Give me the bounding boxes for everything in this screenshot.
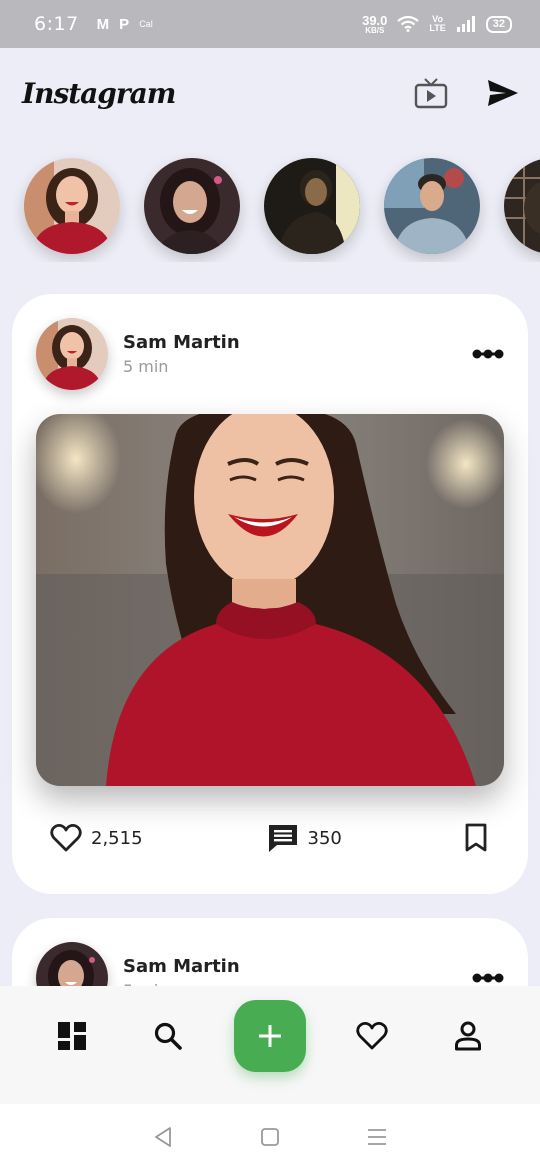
status-time: 6:17 — [34, 13, 79, 35]
bookmark-icon — [465, 823, 487, 852]
post-author-name[interactable]: Sam Martin — [123, 956, 240, 977]
home-icon[interactable] — [259, 1126, 281, 1148]
post-actions: 2,515 350 — [50, 818, 488, 858]
post-meta: Sam Martin 5 min — [123, 332, 240, 376]
nav-activity[interactable] — [342, 1006, 402, 1066]
notification-p-icon: P — [119, 15, 130, 33]
post-timestamp: 5 min — [123, 357, 169, 376]
nav-home[interactable] — [42, 1006, 102, 1066]
igtv-button[interactable] — [414, 77, 448, 109]
network-speed-unit: KB/S — [365, 25, 385, 35]
post-options-button[interactable] — [472, 348, 504, 360]
comment-action[interactable]: 350 — [267, 823, 342, 853]
post-photo[interactable] — [36, 414, 504, 786]
igtv-icon — [414, 78, 448, 109]
stories-row — [0, 152, 540, 262]
heart-icon — [356, 1022, 388, 1050]
volte-bottom: LTE — [429, 23, 446, 33]
more-dots-icon — [472, 973, 504, 983]
like-action[interactable]: 2,515 — [50, 823, 143, 853]
app-header: Instagram — [0, 48, 540, 138]
instagram-logo[interactable]: Instagram — [22, 77, 176, 110]
notification-calendar-icon: Cal — [139, 19, 153, 29]
wifi-icon — [397, 16, 420, 32]
volte-indicator: Vo LTE — [429, 15, 445, 33]
post-header: Sam Martin 5 min — [36, 318, 504, 390]
status-bar: 6:17 M P Cal 39.0 KB/S Vo LTE 32 — [0, 0, 540, 48]
direct-message-button[interactable] — [486, 78, 520, 108]
network-speed-value: 39.0 — [362, 12, 388, 28]
more-dots-icon — [472, 349, 504, 359]
search-icon — [154, 1022, 182, 1050]
system-navigation-bar — [0, 1104, 540, 1170]
network-speed: 39.0 KB/S — [362, 14, 387, 35]
profile-icon — [455, 1021, 481, 1051]
back-icon[interactable] — [152, 1126, 174, 1148]
story-avatar-3[interactable] — [264, 158, 360, 254]
post-options-button[interactable] — [472, 972, 504, 984]
post-author-name[interactable]: Sam Martin — [123, 332, 240, 353]
send-icon — [488, 80, 518, 106]
nav-profile[interactable] — [438, 1006, 498, 1066]
story-avatar-5[interactable] — [504, 158, 540, 254]
story-avatar-4[interactable] — [384, 158, 480, 254]
bottom-navigation — [0, 986, 540, 1104]
nav-search[interactable] — [138, 1006, 198, 1066]
status-notification-icons: M P Cal — [97, 16, 153, 33]
post-author-avatar[interactable] — [36, 318, 108, 390]
signal-icon — [456, 16, 475, 32]
heart-icon — [50, 824, 82, 852]
nav-add-post-button[interactable] — [234, 1000, 306, 1072]
likes-count: 2,515 — [91, 827, 143, 849]
recents-menu-icon[interactable] — [366, 1126, 388, 1148]
comment-icon — [268, 825, 297, 852]
save-action[interactable] — [464, 823, 488, 853]
home-grid-icon — [58, 1022, 86, 1050]
add-icon — [259, 1025, 281, 1047]
story-avatar-2[interactable] — [144, 158, 240, 254]
notification-m-icon: M — [96, 15, 110, 33]
post-card: Sam Martin 5 min — [12, 294, 528, 894]
battery-indicator: 32 — [485, 15, 512, 33]
status-right: 39.0 KB/S Vo LTE 32 — [362, 14, 512, 35]
story-avatar-1[interactable] — [24, 158, 120, 254]
header-actions — [414, 77, 520, 109]
comments-count: 350 — [307, 827, 342, 849]
